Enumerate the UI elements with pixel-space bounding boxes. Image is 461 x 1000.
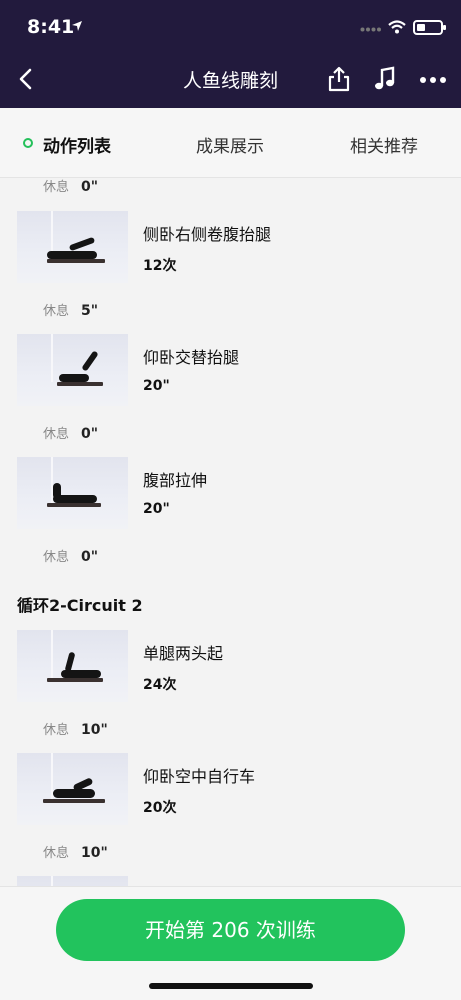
nav-bar: 人鱼线雕刻 <box>0 52 461 108</box>
rest-row: 休息 10" <box>43 845 108 861</box>
cellular-signal-icon <box>360 27 381 32</box>
music-note-icon[interactable] <box>372 64 398 94</box>
battery-icon <box>413 20 446 35</box>
exercise-count: 12次 <box>143 258 177 274</box>
exercise-thumbnail <box>17 457 128 529</box>
exercise-thumbnail <box>17 876 128 886</box>
exercise-thumbnail <box>17 211 128 283</box>
exercise-count: 24次 <box>143 677 177 693</box>
tab-action-list[interactable]: 动作列表 <box>43 132 111 157</box>
list-item[interactable]: 单腿两头起 24次 <box>17 630 447 702</box>
rest-row: 休息 0" <box>43 426 99 442</box>
list-item[interactable]: 仰卧交替抬腿 20" <box>17 334 447 406</box>
status-time: 8:41 <box>27 16 75 38</box>
bottom-action-bar: 开始第 206 次训练 <box>0 886 461 1000</box>
exercise-name: 侧卧右侧卷腹抬腿 <box>143 225 272 244</box>
exercise-name: 仰卧交替抬腿 <box>143 348 240 367</box>
start-training-button[interactable]: 开始第 206 次训练 <box>56 899 405 961</box>
exercise-count: 20次 <box>143 800 177 816</box>
exercise-name: 单腿两头起 <box>143 644 224 663</box>
exercise-count: 20" <box>143 378 170 394</box>
exercise-list[interactable]: 休息 0" 侧卧右侧卷腹抬腿 12次 休息 5" 仰卧交替抬腿 20" 休息 0" 腹… <box>0 178 461 886</box>
home-indicator[interactable] <box>149 983 313 989</box>
share-icon[interactable] <box>326 64 352 94</box>
exercise-thumbnail <box>17 630 128 702</box>
list-item[interactable]: 侧卧右侧卷腹抬腿 12次 <box>17 211 447 283</box>
exercise-thumbnail <box>17 334 128 406</box>
active-tab-indicator-icon <box>23 138 33 148</box>
wifi-icon <box>388 20 406 34</box>
circuit-title: 循环2-Circuit 2 <box>17 596 143 615</box>
list-item[interactable]: 仰卧空中自行车 20次 <box>17 753 447 825</box>
exercise-count: 20" <box>143 501 170 517</box>
exercise-name: 仰卧空中自行车 <box>143 767 256 786</box>
list-item[interactable] <box>17 876 447 886</box>
more-options-icon[interactable] <box>419 76 447 84</box>
rest-row: 休息 5" <box>43 303 99 319</box>
exercise-thumbnail <box>17 753 128 825</box>
exercise-name: 腹部拉伸 <box>143 471 208 490</box>
rest-row: 休息 10" <box>43 722 108 738</box>
rest-row: 休息 0" <box>43 549 99 565</box>
list-item[interactable]: 腹部拉伸 20" <box>17 457 447 529</box>
tab-bar: 动作列表 成果展示 相关推荐 <box>0 108 461 178</box>
app-header: 8:41 人鱼线雕刻 <box>0 0 461 108</box>
tab-recommendations[interactable]: 相关推荐 <box>350 132 418 157</box>
tab-results[interactable]: 成果展示 <box>196 132 264 157</box>
status-bar: 8:41 <box>0 0 461 52</box>
location-arrow-icon <box>72 21 82 31</box>
rest-row: 休息 0" <box>43 179 99 195</box>
